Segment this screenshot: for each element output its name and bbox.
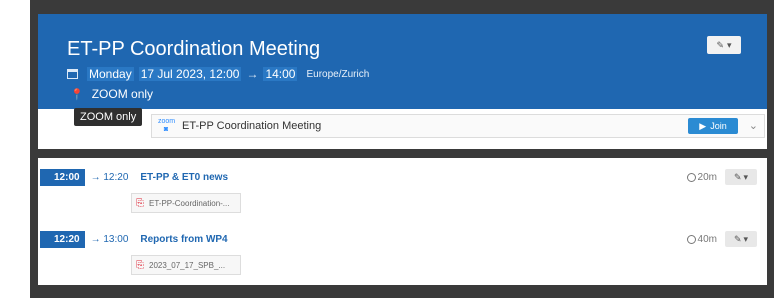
clock-icon bbox=[686, 172, 696, 182]
arrow-text: → bbox=[246, 67, 259, 81]
chevron-down-icon: ▾ bbox=[743, 233, 749, 244]
contribution-edit-button[interactable]: ✎ ▾ bbox=[725, 169, 757, 185]
event-end-time: 14:00 bbox=[263, 67, 298, 81]
chevron-down-icon: ▾ bbox=[743, 171, 749, 182]
contribution-title[interactable]: Reports from WP4 bbox=[140, 234, 227, 245]
expand-chevron-icon[interactable]: ⌄ bbox=[749, 119, 758, 132]
event-edit-button[interactable]: ✎ ▾ bbox=[707, 36, 741, 54]
play-icon: ▶ bbox=[699, 120, 707, 131]
event-location: 📍 ZOOM only bbox=[70, 87, 153, 101]
contribution-title[interactable]: ET-PP & ET0 news bbox=[140, 172, 228, 183]
contribution-row: 12:20 → 13:00 Reports from WP4 40m ✎ ▾ bbox=[38, 229, 767, 249]
event-date: 17 Jul 2023, 12:00 bbox=[138, 67, 242, 81]
event-title: ET-PP Coordination Meeting bbox=[67, 38, 321, 60]
location-tooltip: ZOOM only bbox=[74, 108, 143, 126]
edit-icon: ✎ bbox=[716, 39, 724, 50]
join-button[interactable]: ▶ Join bbox=[688, 118, 738, 134]
end-time: → 13:00 bbox=[90, 233, 129, 245]
pdf-icon: ⎘ bbox=[136, 259, 144, 271]
contribution-edit-button[interactable]: ✎ ▾ bbox=[725, 231, 757, 247]
edit-icon: ✎ bbox=[733, 233, 742, 244]
event-timezone: Europe/Zurich bbox=[306, 68, 370, 80]
attachment-link[interactable]: ⎘ ET-PP-Coordination-... bbox=[131, 193, 241, 213]
pdf-icon: ⎘ bbox=[136, 197, 144, 209]
event-datetime: Monday 17 Jul 2023, 12:00 → 14:00 Europe… bbox=[67, 67, 369, 81]
start-time-badge: 12:00 bbox=[40, 168, 85, 186]
start-time-badge: 12:20 bbox=[40, 230, 85, 248]
location-label: ZOOM only bbox=[91, 87, 154, 101]
zoom-room-box: zoom ◙ ET-PP Coordination Meeting ▶ Join … bbox=[151, 114, 765, 138]
location-pin-icon: 📍 bbox=[70, 88, 84, 101]
attachment-link[interactable]: ⎘ 2023_07_17_SPB_... bbox=[131, 255, 241, 275]
zoom-room-label: ET-PP Coordination Meeting bbox=[182, 120, 322, 132]
calendar-icon bbox=[67, 69, 78, 79]
duration-label: 40m bbox=[697, 233, 717, 245]
end-time: → 12:20 bbox=[90, 171, 129, 183]
chevron-down-icon: ▾ bbox=[727, 39, 732, 50]
join-label: Join bbox=[710, 121, 727, 131]
edit-icon: ✎ bbox=[733, 171, 742, 182]
clock-icon bbox=[686, 234, 696, 244]
attachment-label: ET-PP-Coordination-... bbox=[149, 198, 230, 208]
event-day: Monday bbox=[87, 67, 134, 81]
contribution-row: 12:00 → 12:20 ET-PP & ET0 news 20m ✎ ▾ bbox=[38, 167, 767, 187]
zoom-icon: zoom ◙ bbox=[158, 118, 176, 133]
duration: 20m bbox=[686, 171, 717, 183]
duration: 40m bbox=[686, 233, 717, 245]
duration-label: 20m bbox=[697, 171, 717, 183]
attachment-label: 2023_07_17_SPB_... bbox=[149, 260, 226, 270]
